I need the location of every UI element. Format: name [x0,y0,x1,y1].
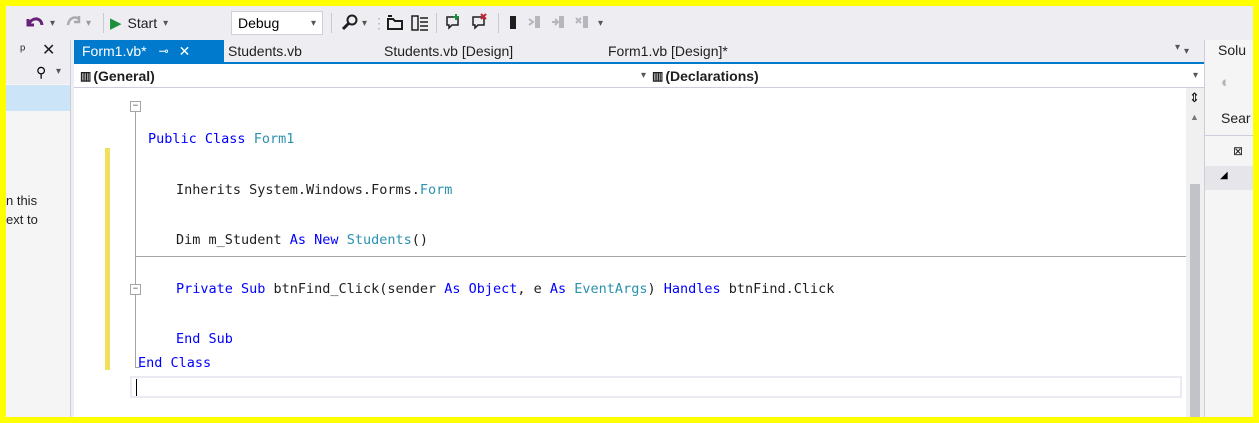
list-icon [411,15,428,31]
uncomment-button[interactable] [470,11,490,35]
chevron-down-icon: ▾ [1192,70,1198,81]
find-dropdown-icon[interactable]: ▾ [362,11,367,35]
member-dropdown-value: (Declarations) [665,67,759,84]
change-indicator-bar [105,148,110,370]
method-separator [135,256,1190,257]
close-tab-icon[interactable]: ✕ [179,43,191,60]
navigation-bar: ▥ (General) ▾ ▥ (Declarations) ▾ [74,64,1204,88]
search-dropdown-icon: ▾ [56,66,62,77]
code-line-6: End Class [138,355,212,371]
tab-form1-design[interactable]: Form1.vb [Design]* [608,40,728,62]
configuration-value: Debug [238,15,280,31]
clear-bookmarks-icon [575,16,588,28]
tab-overflow-icon[interactable]: ▾ [1184,40,1189,62]
open-folder-button[interactable] [386,11,406,35]
solution-explorer-panel: ▾ Solu ◐ Sear ⊠ ◢ [1175,40,1253,417]
scroll-up-icon[interactable]: ▲ [1190,112,1199,122]
prev-bookmark-icon [528,16,540,28]
tab-label: Students.vb [228,43,302,59]
expand-icon[interactable]: ◢ [1220,170,1228,181]
play-icon: ▶ [110,15,122,32]
comment-icon [446,14,459,30]
collapse-class-icon[interactable]: − [130,101,141,112]
panel-dropdown-icon[interactable]: ▾ [1175,42,1180,53]
split-icon[interactable]: ⇕ [1189,90,1200,106]
solution-icon: ⊠ [1233,144,1244,158]
panel-search[interactable]: ⚲ ▾ [6,62,70,84]
ide-window: ▾ ▾ ▶ Start ▾ Debug ▾ ▾ ⋮ ▾ ᵖ ✕ ⚲ ▾ n th… [6,6,1253,417]
toolbar-grip-icon: ⋮ [372,14,386,31]
class-dropdown[interactable]: ▥ (General) ▾ [80,64,646,87]
vertical-scrollbar[interactable]: ⇕ ▲ [1186,88,1204,417]
prev-bookmark-button[interactable] [526,11,546,35]
start-button[interactable]: ▶ Start ▾ [110,11,168,35]
pin-icon[interactable]: ᵖ [20,41,25,57]
undo-dropdown-icon[interactable]: ▾ [50,11,55,35]
code-line-2: Inherits System.Windows.Forms.Form [176,182,453,198]
member-icon: ▥ [652,68,663,83]
scrollbar-thumb[interactable] [1190,184,1200,417]
redo-dropdown-icon[interactable]: ▾ [86,11,91,35]
search-icon: ⚲ [36,64,47,80]
code-editor[interactable]: − − Public Class Form1 Inherits System.W… [74,88,1204,417]
comment-button[interactable] [444,11,464,35]
left-tool-panel: ᵖ ✕ ⚲ ▾ n this ext to [6,40,71,417]
class-icon: ▥ [80,68,91,83]
current-line-highlight [130,376,1182,398]
uncomment-icon [472,13,487,30]
configuration-dropdown[interactable]: Debug ▾ [231,11,323,35]
list-members-button[interactable] [410,11,430,35]
code-line-3: Dim m_Student As New Students() [176,232,429,248]
code-line-4: Private Sub btnFind_Click(sender As Obje… [176,281,835,297]
undo-button[interactable] [24,11,46,35]
next-bookmark-button[interactable] [550,11,570,35]
tab-label: Form1.vb* [82,43,147,59]
find-icon [341,14,358,31]
text-caret [136,379,137,396]
member-dropdown[interactable]: ▥ (Declarations) ▾ [652,64,1198,87]
class-dropdown-value: (General) [93,67,155,84]
code-line-5: End Sub [176,331,233,347]
solution-tree-row[interactable]: ◢ [1205,166,1253,190]
toolbar: ▾ ▾ ▶ Start ▾ Debug ▾ ▾ ⋮ ▾ [6,6,1253,40]
redo-icon [66,16,81,26]
bookmark-button[interactable] [506,11,520,35]
close-icon[interactable]: ✕ [42,40,55,60]
undo-icon [26,17,44,27]
start-dropdown-icon: ▾ [163,17,169,29]
back-icon[interactable]: ◐ [1221,74,1230,91]
solution-explorer-title: Solu [1218,42,1247,58]
bookmark-icon [510,16,516,29]
chevron-down-icon: ▾ [640,70,646,81]
tab-label: Form1.vb [Design]* [608,43,728,59]
document-tabs: Form1.vb* ⊸ ✕ Students.vb Students.vb [D… [74,40,1204,62]
panel-selected-item[interactable] [6,85,70,111]
tab-students-design[interactable]: Students.vb [Design] [384,40,513,62]
toolbar-overflow-icon[interactable]: ▾ [598,11,603,35]
tab-form1-vb[interactable]: Form1.vb* ⊸ ✕ [74,40,224,62]
next-bookmark-icon [552,16,564,28]
code-line-1: Public Class Form1 [148,131,295,147]
solution-search-input[interactable]: Sear [1221,110,1251,126]
find-in-files-button[interactable] [340,11,360,35]
tab-students-vb[interactable]: Students.vb [228,40,302,62]
panel-text-line-2: ext to [6,212,38,227]
pin-tab-icon[interactable]: ⊸ [159,44,169,58]
tab-label: Students.vb [Design] [384,43,514,59]
chevron-down-icon: ▾ [310,17,316,29]
start-label: Start [127,15,158,31]
redo-button[interactable] [64,11,84,35]
collapse-method-icon[interactable]: − [130,284,141,295]
folder-icon [387,15,403,30]
clear-bookmarks-button[interactable] [574,11,594,35]
panel-text-line-1: n this [6,193,38,208]
